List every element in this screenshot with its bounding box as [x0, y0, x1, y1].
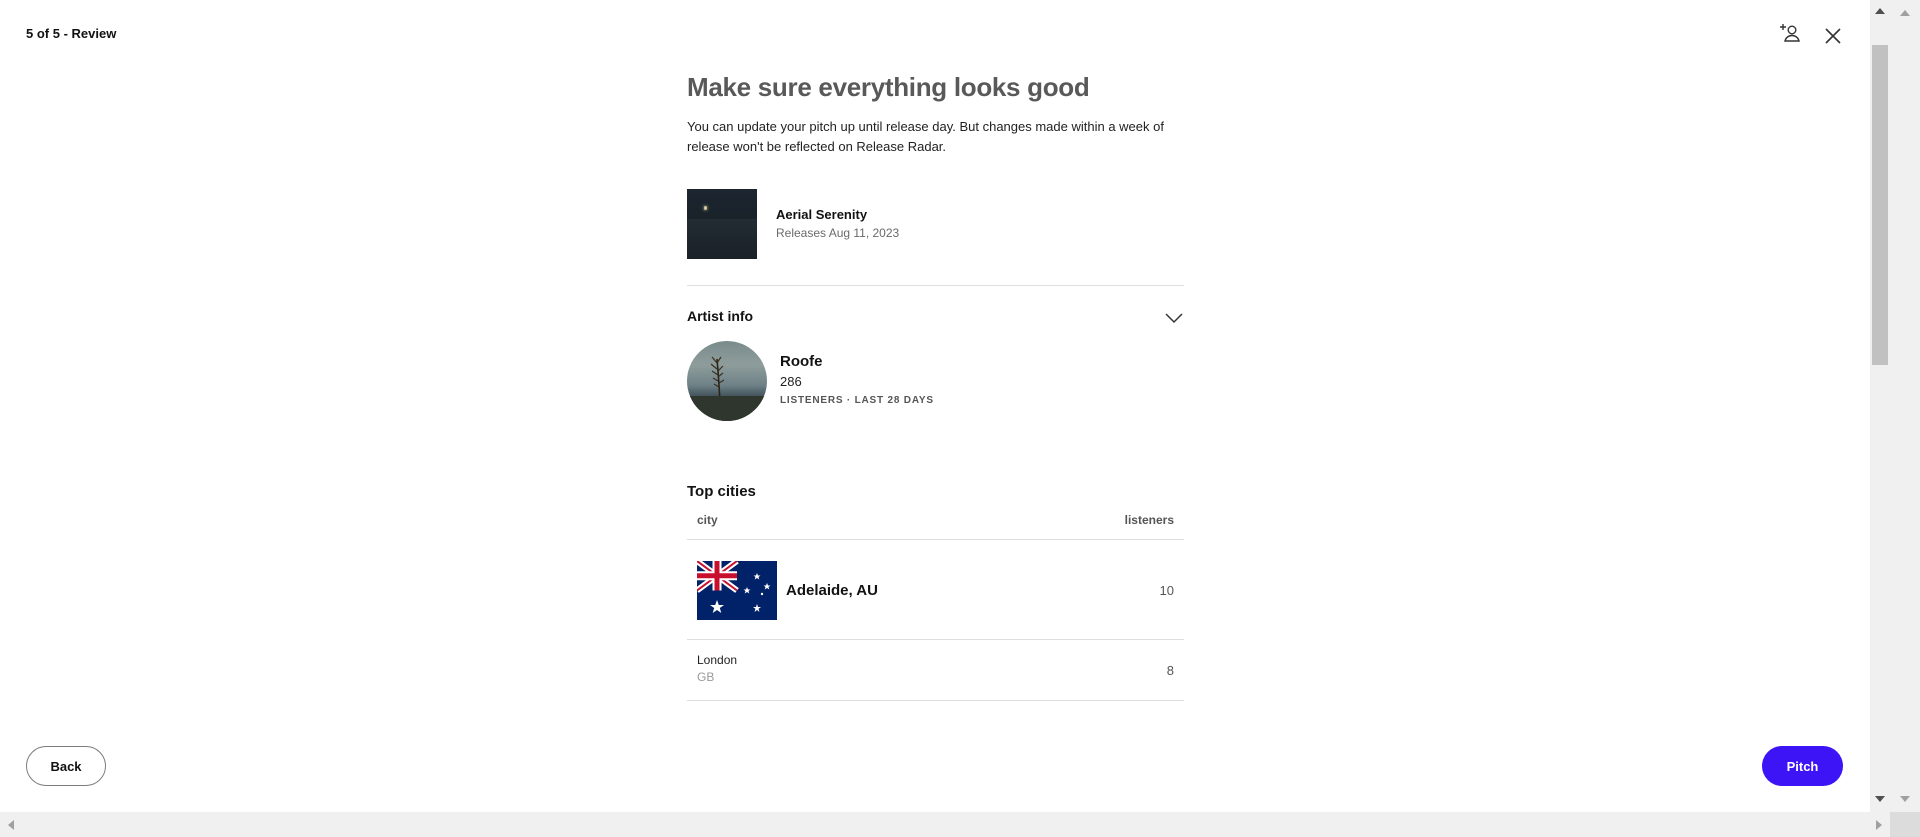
- outer-scrollbar[interactable]: [1890, 0, 1920, 837]
- artist-avatar: [687, 341, 767, 421]
- release-cover-image: [687, 189, 757, 259]
- city-name: London: [697, 653, 738, 667]
- artist-card: Roofe 286 LISTENERS · LAST 28 DAYS: [687, 341, 1184, 421]
- release-card: Aerial Serenity Releases Aug 11, 2023: [687, 189, 1184, 259]
- scroll-up-icon[interactable]: [1875, 8, 1885, 14]
- scroll-left-icon[interactable]: [8, 820, 14, 830]
- top-cities-title: Top cities: [687, 483, 756, 500]
- pitch-button[interactable]: Pitch: [1762, 746, 1843, 786]
- page-title: Make sure everything looks good: [687, 72, 1090, 102]
- city-listener-count: 8: [1166, 663, 1174, 678]
- outer-scroll-down-icon[interactable]: [1900, 796, 1910, 802]
- back-button[interactable]: Back: [26, 746, 106, 786]
- chevron-down-icon[interactable]: [1164, 308, 1184, 328]
- top-cities-header: city listeners: [687, 513, 1184, 540]
- release-name: Aerial Serenity: [776, 207, 868, 222]
- city-name: Adelaide, AU: [786, 582, 878, 599]
- scrollbar-corner: [1890, 812, 1920, 837]
- artist-name: Roofe: [780, 353, 823, 370]
- city-country: GB: [697, 670, 715, 684]
- artist-listener-caption: LISTENERS · LAST 28 DAYS: [780, 395, 934, 406]
- city-listener-count: 10: [1159, 583, 1174, 598]
- artist-listener-count: 286: [780, 374, 802, 389]
- artist-info-header[interactable]: Artist info: [687, 308, 1184, 328]
- column-header-city: city: [697, 513, 718, 527]
- horizontal-scrollbar[interactable]: [0, 812, 1890, 837]
- scroll-right-icon[interactable]: [1876, 820, 1882, 830]
- page-subtitle: You can update your pitch up until relea…: [687, 119, 1164, 154]
- table-row: Adelaide, AU 10: [687, 541, 1184, 640]
- table-row: London GB 8: [687, 640, 1184, 701]
- step-indicator: 5 of 5 - Review: [26, 26, 117, 41]
- column-header-listeners: listeners: [1124, 513, 1174, 527]
- close-icon[interactable]: [1818, 21, 1848, 51]
- vertical-scrollbar[interactable]: [1870, 0, 1890, 812]
- release-date: Releases Aug 11, 2023: [776, 226, 900, 240]
- scroll-down-icon[interactable]: [1875, 796, 1885, 802]
- add-person-icon[interactable]: [1776, 18, 1806, 48]
- scrollbar-thumb[interactable]: [1872, 45, 1888, 365]
- australia-flag-icon: [695, 558, 777, 620]
- artist-info-label: Artist info: [687, 308, 754, 324]
- outer-scroll-up-icon[interactable]: [1900, 10, 1910, 16]
- divider: [687, 285, 1184, 286]
- review-dialog: 5 of 5 - Review Make sure everything loo…: [0, 0, 1870, 812]
